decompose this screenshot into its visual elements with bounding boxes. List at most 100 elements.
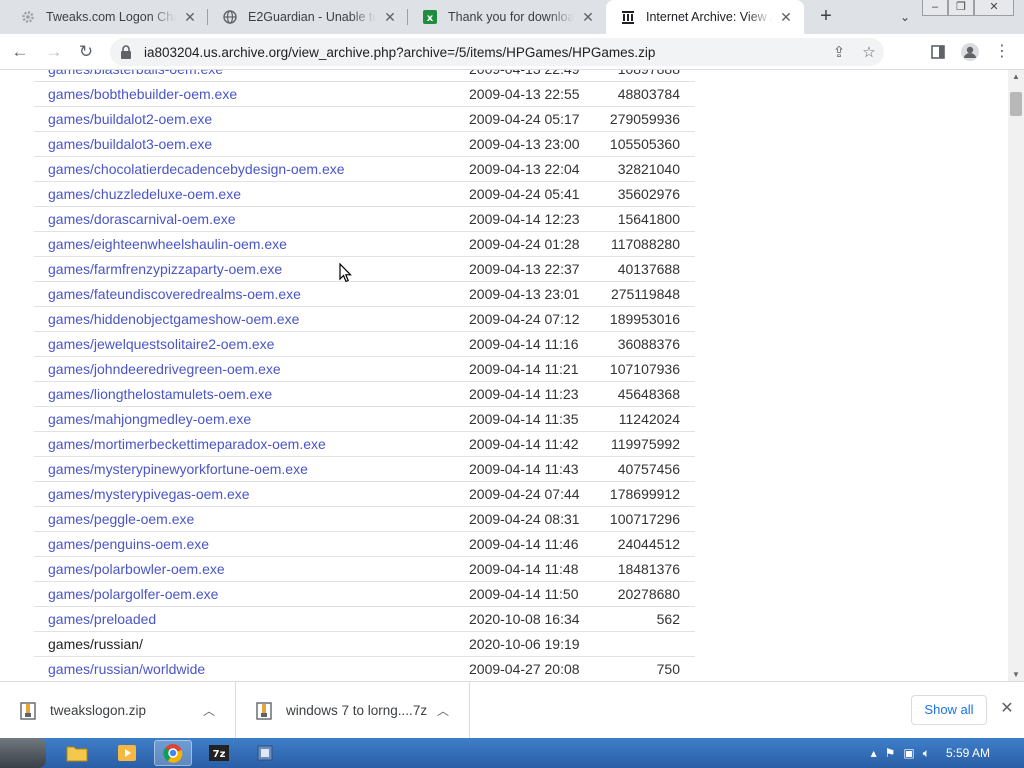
minimize-icon[interactable]: – xyxy=(922,0,948,16)
file-date: 2009-04-24 08:31 xyxy=(469,511,580,527)
table-row: games/mortimerbeckettimeparadox-oem.exe 2… xyxy=(34,432,695,457)
globe-icon xyxy=(222,9,238,25)
table-row: games/jewelquestsolitaire2-oem.exe 2009-0… xyxy=(34,332,695,357)
scroll-up-icon[interactable]: ▲ xyxy=(1012,72,1020,81)
download-item[interactable]: windows 7 to lorng....7z ︿ xyxy=(236,682,470,739)
explorer-folder-icon[interactable] xyxy=(58,740,96,766)
table-row: games/blasterballs-oem.exe 2009-04-13 22:… xyxy=(34,70,695,82)
lock-icon[interactable] xyxy=(120,45,134,59)
download-filename: windows 7 to lorng....7z xyxy=(286,703,428,718)
restore-icon[interactable]: ❐ xyxy=(948,0,974,16)
file-date: 2009-04-13 23:01 xyxy=(469,286,580,302)
file-name-link[interactable]: games/blasterballs-oem.exe xyxy=(48,70,223,77)
file-name-link[interactable]: games/mysterypinewyorkfortune-oem.exe xyxy=(48,461,308,477)
menu-kebab-icon[interactable]: ⋮ xyxy=(990,40,1014,64)
file-name-link[interactable]: games/liongthelostamulets-oem.exe xyxy=(48,386,272,402)
file-name-link[interactable]: games/dorascarnival-oem.exe xyxy=(48,211,236,227)
file-name-link[interactable]: games/preloaded xyxy=(48,611,156,627)
file-date: 2009-04-24 01:28 xyxy=(469,236,580,252)
table-row: games/dorascarnival-oem.exe 2009-04-14 12… xyxy=(34,207,695,232)
tab-e2guardian[interactable]: E2Guardian - Unable to load ✕ xyxy=(208,0,408,34)
share-icon[interactable]: ⇪ xyxy=(824,43,854,61)
file-date: 2009-04-24 07:12 xyxy=(469,311,580,327)
installer-icon[interactable] xyxy=(246,740,284,766)
file-name-link[interactable]: games/mahjongmedley-oem.exe xyxy=(48,411,251,427)
download-filename: tweakslogon.zip xyxy=(50,703,147,718)
file-name-link[interactable]: games/bobthebuilder-oem.exe xyxy=(48,86,237,102)
browser-toolbar: ← → ↻ ia803204.us.archive.org/view_archi… xyxy=(0,34,1024,70)
file-name-link[interactable]: games/johndeeredrivegreen-oem.exe xyxy=(48,361,281,377)
window-controls: – ❐ ✕ xyxy=(922,0,1014,18)
close-downloads-icon[interactable]: ✕ xyxy=(998,700,1016,718)
file-size: 279059936 xyxy=(609,111,680,127)
forward-arrow-icon[interactable]: → xyxy=(42,40,66,64)
table-row: games/polarbowler-oem.exe 2009-04-14 11:4… xyxy=(34,557,695,582)
tab-close-icon[interactable]: ✕ xyxy=(382,9,398,25)
tray-expand-icon[interactable]: ▴ xyxy=(871,746,877,760)
window-close-icon[interactable]: ✕ xyxy=(974,0,1014,16)
file-size: 105505360 xyxy=(609,136,680,152)
file-name-link[interactable]: games/chocolatierdecadencebydesign-oem.e… xyxy=(48,161,345,177)
file-date: 2009-04-27 20:08 xyxy=(469,661,580,677)
file-name-link[interactable]: games/buildalot3-oem.exe xyxy=(48,136,212,152)
network-icon[interactable]: ▣ xyxy=(903,746,914,760)
file-name-link[interactable]: games/hiddenobjectgameshow-oem.exe xyxy=(48,311,299,327)
tab-tweaks[interactable]: Tweaks.com Logon Changer ✕ xyxy=(6,0,208,34)
file-size: 100717296 xyxy=(609,511,680,527)
start-button[interactable] xyxy=(0,738,46,768)
taskbar-clock[interactable]: 5:59 AM xyxy=(946,746,990,760)
file-name-link[interactable]: games/russian/worldwide xyxy=(48,661,205,677)
profile-avatar-icon[interactable] xyxy=(958,40,982,64)
back-arrow-icon[interactable]: ← xyxy=(8,40,32,64)
spreadsheet-icon: x xyxy=(422,9,438,25)
file-size: 11242024 xyxy=(618,411,680,427)
file-name-link[interactable]: games/penguins-oem.exe xyxy=(48,536,209,552)
new-tab-icon[interactable]: + xyxy=(814,5,838,29)
file-name-link[interactable]: games/mortimerbeckettimeparadox-oem.exe xyxy=(48,436,326,452)
file-name-link[interactable]: games/buildalot2-oem.exe xyxy=(48,111,212,127)
show-all-button[interactable]: Show all xyxy=(911,695,987,725)
address-bar[interactable]: ia803204.us.archive.org/view_archive.php… xyxy=(110,38,884,66)
file-name-link[interactable]: games/chuzzledeluxe-oem.exe xyxy=(48,186,241,202)
tab-close-icon[interactable]: ✕ xyxy=(182,9,198,25)
url-text[interactable]: ia803204.us.archive.org/view_archive.php… xyxy=(144,45,655,60)
tab-title: Tweaks.com Logon Changer xyxy=(46,10,176,24)
action-center-flag-icon[interactable]: ⚑ xyxy=(885,746,896,760)
table-row: games/fateundiscoveredrealms-oem.exe 2009… xyxy=(34,282,695,307)
file-name-link[interactable]: games/peggle-oem.exe xyxy=(48,511,194,527)
bookmark-star-icon[interactable]: ☆ xyxy=(854,43,884,61)
vertical-scrollbar[interactable]: ▲ ▼ xyxy=(1008,70,1024,681)
chevron-up-icon[interactable]: ︿ xyxy=(437,702,449,719)
mouse-cursor-icon xyxy=(339,263,352,283)
file-name-link[interactable]: games/polarbowler-oem.exe xyxy=(48,561,225,577)
file-date: 2009-04-13 22:37 xyxy=(469,261,580,277)
table-row: games/polargolfer-oem.exe 2009-04-14 11:5… xyxy=(34,582,695,607)
chrome-icon[interactable] xyxy=(154,740,192,766)
table-row: games/peggle-oem.exe 2009-04-24 08:31 1007… xyxy=(34,507,695,532)
table-row: games/farmfrenzypizzaparty-oem.exe 2009-0… xyxy=(34,257,695,282)
media-player-icon[interactable] xyxy=(108,740,146,766)
file-size: 117088280 xyxy=(610,236,680,252)
scroll-down-icon[interactable]: ▼ xyxy=(1012,670,1020,679)
chevron-up-icon[interactable]: ︿ xyxy=(203,702,215,719)
tab-internet-archive[interactable]: Internet Archive: View Archive ✕ xyxy=(606,0,804,34)
tab-close-icon[interactable]: ✕ xyxy=(778,9,794,25)
volume-icon[interactable]: 🔈︎ xyxy=(923,746,930,761)
reload-icon[interactable]: ↻ xyxy=(74,40,98,64)
file-size: 119975992 xyxy=(610,436,680,452)
tab-search-chevron-icon[interactable]: ⌄ xyxy=(894,6,916,28)
file-name-link[interactable]: games/eighteenwheelshaulin-oem.exe xyxy=(48,236,287,252)
tab-close-icon[interactable]: ✕ xyxy=(580,9,596,25)
file-name-link[interactable]: games/mysterypivegas-oem.exe xyxy=(48,486,250,502)
file-name-link[interactable]: games/polargolfer-oem.exe xyxy=(48,586,218,602)
download-item[interactable]: tweakslogon.zip ︿ xyxy=(0,682,236,739)
file-date: 2009-04-14 11:21 xyxy=(469,361,579,377)
7zip-icon[interactable]: 7z xyxy=(200,740,238,766)
file-date: 2009-04-14 11:50 xyxy=(469,586,579,602)
file-name-link[interactable]: games/farmfrenzypizzaparty-oem.exe xyxy=(48,261,282,277)
side-panel-icon[interactable] xyxy=(926,40,950,64)
scrollbar-thumb[interactable] xyxy=(1010,92,1022,116)
file-name-link[interactable]: games/jewelquestsolitaire2-oem.exe xyxy=(48,336,274,352)
file-name-link[interactable]: games/fateundiscoveredrealms-oem.exe xyxy=(48,286,301,302)
tab-thankyou[interactable]: x Thank you for downloading ✕ xyxy=(408,0,606,34)
